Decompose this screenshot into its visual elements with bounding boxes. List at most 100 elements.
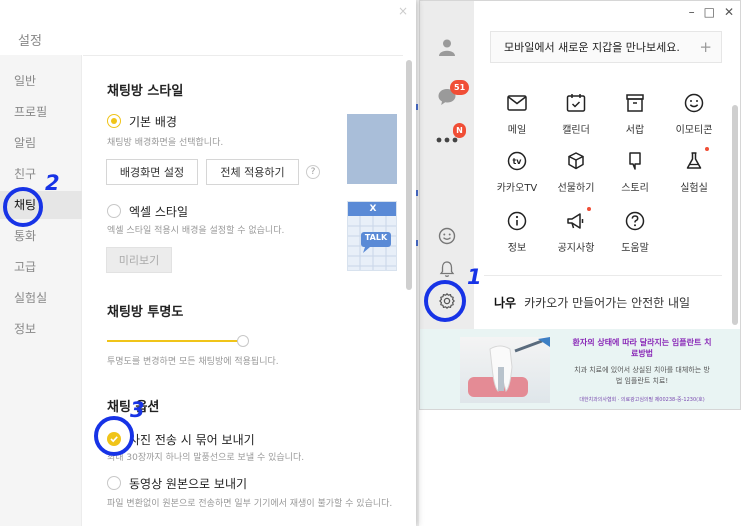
grid-item-notice[interactable]: 공지사항 [546, 207, 606, 254]
bell-icon[interactable] [435, 257, 459, 281]
grid-item-story[interactable]: 스토리 [605, 149, 665, 194]
send-original-video-checkbox[interactable] [107, 476, 121, 490]
grid-item-label: 캘린더 [562, 125, 590, 136]
window-controls: – □ ✕ [689, 4, 734, 20]
nav-item-lab[interactable]: 실험실 [0, 284, 82, 312]
grid-item-calendar[interactable]: 캘린더 [546, 91, 606, 136]
minimize-button[interactable]: – [689, 4, 695, 20]
grid-item-label: 공지사항 [557, 243, 595, 254]
ad-image [460, 337, 550, 403]
kakao-more-window: 51 N – □ ✕ 모바일에서 새로운 지갑을 만나보세요. + 메일 캘린더… [419, 0, 741, 410]
annotation-number-3: 3 [130, 398, 145, 422]
apply-all-button[interactable]: 전체 적용하기 [206, 159, 299, 185]
grid-item-emoticon[interactable]: 이모티콘 [664, 91, 724, 136]
ad-text: 환자의 상태에 따라 달라지는 임플란트 치료방법 치과 치료에 있어서 상실된… [572, 337, 712, 406]
section-heading-style: 채팅방 스타일 [107, 84, 184, 99]
maximize-button[interactable]: □ [704, 4, 715, 20]
ad-disclaimer: 대한치과의사협회 · 의료광고심의필 제00238-중-1230(호) [579, 397, 705, 403]
emoticon-sidebar-icon[interactable] [435, 224, 459, 248]
excel-style-label: 엑셀 스타일 [129, 205, 189, 219]
nav-item-general[interactable]: 일반 [0, 67, 82, 95]
bundle-photos-desc: 최대 30장까지 하나의 말풍선으로 보낼 수 있습니다. [107, 453, 305, 463]
background-mark [416, 190, 418, 196]
grid-item-label: 선물하기 [557, 183, 595, 194]
transparency-desc: 투명도를 변경하면 모든 채팅방에 적용됩니다. [107, 357, 279, 367]
help-question-icon[interactable]: ? [306, 165, 320, 179]
close-icon[interactable]: × [398, 4, 408, 18]
grid-item-gift[interactable]: 선물하기 [546, 149, 606, 194]
nav-item-profile[interactable]: 프로필 [0, 98, 82, 126]
nav-item-advanced[interactable]: 고급 [0, 253, 82, 281]
scrollbar[interactable] [732, 105, 738, 325]
wallet-notice-text: 모바일에서 새로운 지갑을 만나보세요. [504, 41, 680, 54]
now-banner[interactable]: 나우 카카오가 만들어가는 안전한 내일 [494, 294, 690, 311]
chat-unread-badge: 51 [450, 80, 470, 95]
calendar-icon [564, 91, 588, 115]
send-original-video-label: 동영상 원본으로 보내기 [129, 477, 248, 491]
background-mark [416, 240, 418, 246]
friends-icon[interactable] [435, 35, 459, 59]
more-new-badge: N [453, 123, 466, 138]
radio-excel-style[interactable] [107, 204, 121, 218]
grid-item-label: 메일 [507, 125, 527, 136]
ad-banner[interactable]: 환자의 상태에 따라 달라지는 임플란트 치료방법 치과 치료에 있어서 상실된… [420, 329, 740, 409]
grid-item-mail[interactable]: 메일 [487, 91, 547, 136]
settings-nav: 일반 프로필 알림 친구 채팅 통화 고급 실험실 정보 [0, 55, 82, 526]
grid-item-label: 정보 [507, 243, 527, 254]
svg-text:tv: tv [512, 157, 522, 166]
tv-icon: tv [505, 149, 529, 173]
grid-item-label: 도움말 [621, 243, 649, 254]
gift-icon [564, 149, 588, 173]
story-icon [623, 149, 647, 173]
radio-basic-background[interactable] [107, 114, 121, 128]
nav-item-info[interactable]: 정보 [0, 315, 82, 343]
grid-item-label: 스토리 [621, 183, 649, 194]
background-mark [416, 104, 418, 110]
now-text: 카카오가 만들어가는 안전한 내일 [524, 296, 691, 310]
basic-background-label: 기본 배경 [129, 115, 177, 129]
grid-item-drawer[interactable]: 서랍 [605, 91, 665, 136]
wallet-notice[interactable]: 모바일에서 새로운 지갑을 만나보세요. + [490, 31, 722, 63]
grid-item-info[interactable]: 정보 [487, 209, 547, 254]
grid-item-label: 이모티콘 [675, 125, 713, 136]
grid-item-help[interactable]: 도움말 [605, 209, 665, 254]
section-heading-transparency: 채팅방 투명도 [107, 305, 184, 320]
basic-background-desc: 채팅방 배경화면을 선택합니다. [107, 138, 224, 148]
close-button[interactable]: ✕ [724, 4, 734, 20]
set-background-button[interactable]: 배경화면 설정 [106, 159, 198, 185]
divider [484, 275, 722, 276]
annotation-circle-checkbox [94, 416, 134, 456]
transparency-slider-thumb[interactable] [237, 335, 249, 347]
send-original-video-desc: 파일 변환없이 원본으로 전송하면 일부 기기에서 재생이 불가할 수 있습니다… [107, 499, 393, 509]
grid-item-label: 카카오TV [496, 183, 538, 194]
nav-item-notifications[interactable]: 알림 [0, 129, 82, 157]
emoticon-icon [682, 91, 706, 115]
nav-item-call[interactable]: 통화 [0, 222, 82, 250]
preview-button[interactable]: 미리보기 [106, 247, 172, 273]
excel-preview-talk: TALK [364, 233, 388, 242]
ad-title: 환자의 상태에 따라 달라지는 임플란트 치료방법 [572, 338, 712, 358]
background-preview [347, 114, 397, 184]
settings-scrollbar[interactable] [406, 60, 412, 290]
grid-item-lab[interactable]: 실험실 [664, 147, 724, 194]
transparency-slider-track[interactable] [107, 340, 243, 342]
grid-item-kakaotv[interactable]: tv 카카오TV [487, 149, 547, 194]
megaphone-icon [564, 207, 591, 233]
annotation-number-2: 2 [45, 171, 60, 195]
background-gap [416, 0, 419, 526]
annotation-circle-chat-tab [3, 187, 43, 227]
drawer-icon [623, 91, 647, 115]
new-dot [587, 207, 591, 211]
excel-preview-header: X [348, 202, 396, 216]
info-icon [505, 209, 529, 233]
plus-icon[interactable]: + [699, 38, 712, 56]
annotation-number-1: 1 [467, 265, 482, 289]
excel-style-preview: X TALK [347, 201, 397, 271]
excel-style-desc: 엑셀 스타일 적용시 배경을 설정할 수 없습니다. [107, 226, 285, 236]
settings-content: 채팅방 스타일 기본 배경 채팅방 배경화면을 선택합니다. 배경화면 설정 전… [83, 55, 403, 526]
flask-icon [682, 147, 709, 173]
bundle-photos-label: 사진 전송 시 묶어 보내기 [129, 433, 255, 447]
nav-item-friends[interactable]: 친구 [0, 160, 82, 188]
mail-icon [505, 91, 529, 115]
dialog-title: 설정 [18, 34, 42, 49]
